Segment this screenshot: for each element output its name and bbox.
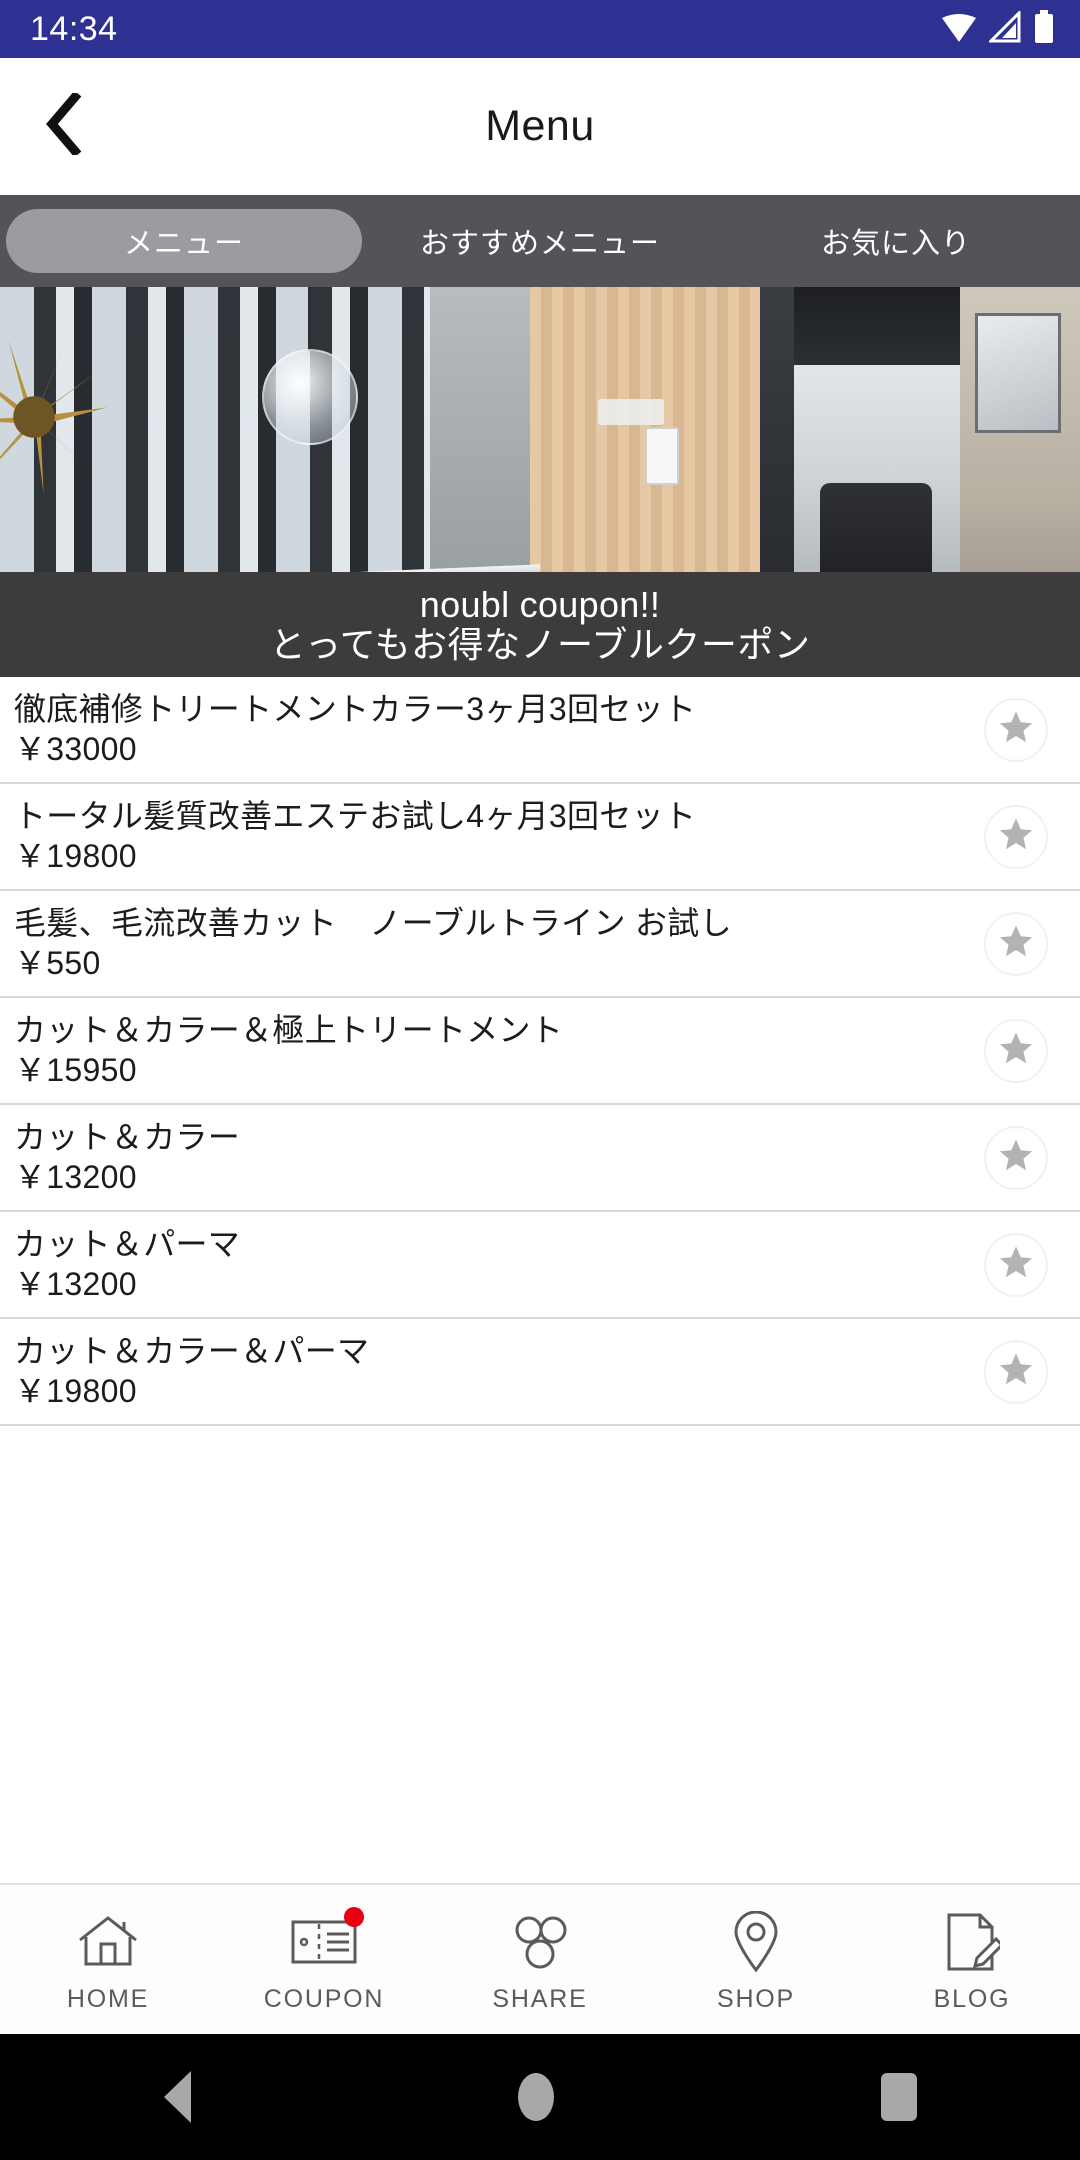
menu-item-price: ￥19800 xyxy=(14,1372,137,1409)
map-pin-icon xyxy=(731,1911,781,1973)
menu-item-texts: カット＆カラー ￥13200 xyxy=(14,1118,984,1195)
home-icon xyxy=(77,1911,139,1973)
status-bar: 14:34 xyxy=(0,0,1080,58)
tab-favorites[interactable]: お気に入り xyxy=(718,209,1074,273)
star-icon xyxy=(996,1029,1036,1072)
battery-icon xyxy=(1034,9,1054,49)
star-icon xyxy=(996,922,1036,965)
star-icon xyxy=(996,815,1036,858)
favorite-button[interactable] xyxy=(984,1339,1048,1404)
android-back-icon[interactable] xyxy=(163,2071,191,2123)
tab-menu-label: メニュー xyxy=(123,228,244,260)
menu-item-price: ￥15950 xyxy=(14,1051,137,1088)
menu-item-title: カット＆カラー＆極上トリートメント xyxy=(14,1011,564,1048)
menu-list-item[interactable]: カット＆カラー ￥13200 xyxy=(0,1105,1080,1212)
menu-item-price: ￥550 xyxy=(14,944,101,981)
menu-item-title: カット＆カラー＆パーマ xyxy=(14,1332,370,1369)
app-screen: 14:34 Menu メニュー おすすめメニュー お気に入り noubl cou… xyxy=(0,0,1080,2160)
nav-item-coupon[interactable]: COUPON xyxy=(216,1885,432,2034)
nav-item-home-label: HOME xyxy=(66,1985,150,2013)
banner-caption-en: noubl coupon!! xyxy=(419,583,661,625)
page-title: Menu xyxy=(485,102,595,150)
app-header: Menu xyxy=(0,58,1080,195)
star-icon xyxy=(996,708,1036,751)
favorite-button[interactable] xyxy=(984,697,1048,762)
menu-item-price: ￥19800 xyxy=(14,837,137,874)
favorite-button[interactable] xyxy=(984,1232,1048,1297)
nav-item-coupon-label: COUPON xyxy=(263,1985,385,2013)
star-icon xyxy=(996,1350,1036,1393)
status-icon-group xyxy=(940,8,1054,49)
banner-caption: noubl coupon!! とってもお得なノーブルクーポン xyxy=(0,572,1080,677)
nav-item-shop-label: SHOP xyxy=(716,1985,796,2013)
promo-banner[interactable]: noubl coupon!! とってもお得なノーブルクーポン xyxy=(0,287,1080,677)
menu-list-item[interactable]: カット＆カラー＆パーマ ￥19800 xyxy=(0,1319,1080,1426)
favorite-button[interactable] xyxy=(984,1018,1048,1083)
menu-item-title: 毛髪、毛流改善カット ノーブルトライン お試し xyxy=(14,904,732,941)
menu-list-item[interactable]: カット＆カラー＆極上トリートメント ￥15950 xyxy=(0,998,1080,1105)
menu-list-item[interactable]: カット＆パーマ ￥13200 xyxy=(0,1212,1080,1319)
menu-item-texts: トータル髪質改善エステお試し4ヶ月3回セット ￥19800 xyxy=(14,797,984,874)
menu-list-item[interactable]: トータル髪質改善エステお試し4ヶ月3回セット ￥19800 xyxy=(0,784,1080,891)
menu-item-texts: カット＆パーマ ￥13200 xyxy=(14,1225,984,1302)
coupon-badge-dot xyxy=(344,1907,364,1927)
menu-item-title: カット＆パーマ xyxy=(14,1225,241,1262)
menu-item-title: トータル髪質改善エステお試し4ヶ月3回セット xyxy=(14,797,697,834)
menu-item-price: ￥33000 xyxy=(14,730,137,767)
document-pencil-icon xyxy=(944,1911,1000,1973)
menu-tab-bar: メニュー おすすめメニュー お気に入り xyxy=(0,195,1080,287)
menu-item-price: ￥13200 xyxy=(14,1158,137,1195)
chevron-left-icon xyxy=(42,90,86,160)
nav-item-blog[interactable]: BLOG xyxy=(864,1885,1080,2034)
menu-item-title: カット＆カラー xyxy=(14,1118,241,1155)
android-system-nav xyxy=(0,2034,1080,2160)
menu-item-texts: カット＆カラー＆極上トリートメント ￥15950 xyxy=(14,1011,984,1088)
menu-item-price: ￥13200 xyxy=(14,1265,137,1302)
menu-item-texts: カット＆カラー＆パーマ ￥19800 xyxy=(14,1332,984,1409)
signal-icon xyxy=(987,8,1023,48)
android-recents-icon[interactable] xyxy=(880,2073,917,2121)
tab-recommended-menu[interactable]: おすすめメニュー xyxy=(362,209,718,273)
nav-item-shop[interactable]: SHOP xyxy=(648,1885,864,2034)
wifi-icon xyxy=(940,11,978,48)
menu-list-item[interactable]: 徹底補修トリートメントカラー3ヶ月3回セット ￥33000 xyxy=(0,677,1080,784)
favorite-button[interactable] xyxy=(984,911,1048,976)
menu-item-title: 徹底補修トリートメントカラー3ヶ月3回セット xyxy=(14,690,697,727)
bottom-navigation-bar: HOME COUPON SHARE SHOP BLOG xyxy=(0,1883,1080,2034)
star-icon xyxy=(996,1243,1036,1286)
tab-recommended-menu-label: おすすめメニュー xyxy=(419,228,660,260)
favorite-button[interactable] xyxy=(984,804,1048,869)
back-button[interactable] xyxy=(22,85,106,169)
share-nodes-icon xyxy=(509,1911,571,1973)
menu-item-texts: 徹底補修トリートメントカラー3ヶ月3回セット ￥33000 xyxy=(14,690,984,767)
nav-item-home[interactable]: HOME xyxy=(0,1885,216,2034)
menu-list-item[interactable]: 毛髪、毛流改善カット ノーブルトライン お試し ￥550 xyxy=(0,891,1080,998)
menu-item-texts: 毛髪、毛流改善カット ノーブルトライン お試し ￥550 xyxy=(14,904,984,981)
star-icon xyxy=(996,1136,1036,1179)
nav-item-blog-label: BLOG xyxy=(933,1985,1011,2013)
menu-item-list: 徹底補修トリートメントカラー3ヶ月3回セット ￥33000 トータル髪質改善エス… xyxy=(0,677,1080,1883)
favorite-button[interactable] xyxy=(984,1125,1048,1190)
tab-menu[interactable]: メニュー xyxy=(6,209,362,273)
status-clock: 14:34 xyxy=(30,10,118,48)
nav-item-share[interactable]: SHARE xyxy=(432,1885,648,2034)
nav-item-share-label: SHARE xyxy=(492,1985,588,2013)
android-home-icon[interactable] xyxy=(517,2073,554,2121)
tab-favorites-label: お気に入り xyxy=(820,228,971,260)
banner-caption-jp: とってもお得なノーブルクーポン xyxy=(269,623,811,665)
